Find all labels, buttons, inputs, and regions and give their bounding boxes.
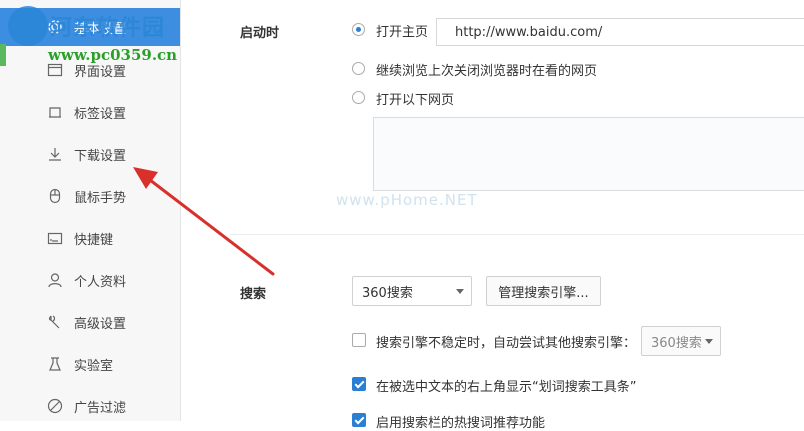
homepage-url-input[interactable] [436, 18, 804, 46]
sidebar-item-label: 界面设置 [74, 64, 127, 80]
sidebar-item-label: 鼠标手势 [74, 190, 127, 206]
sidebar-item-label: 基本设置 [74, 21, 127, 37]
sidebar-item-profile[interactable]: 个人资料 [0, 261, 180, 299]
hot-words-text: 启用搜索栏的热搜词推荐功能 [376, 416, 546, 431]
sidebar-item-label: 标签设置 [74, 106, 127, 122]
chevron-down-icon [456, 289, 464, 294]
gear-icon [46, 18, 64, 36]
sidebar-item-label: 快捷键 [74, 232, 114, 248]
download-icon [46, 145, 64, 163]
fallback-engine-select[interactable]: 360搜索 [641, 326, 721, 356]
mouse-icon [46, 187, 64, 205]
startup-option-homepage: 打开主页 [376, 25, 429, 40]
search-engine-select[interactable]: 360搜索 [352, 276, 472, 306]
sidebar-item-mouse-gesture[interactable]: 鼠标手势 [0, 177, 180, 215]
block-icon [46, 397, 64, 415]
sidebar-item-label: 实验室 [74, 358, 114, 374]
hot-words-checkbox[interactable] [352, 413, 366, 427]
startup-radio-homepage[interactable] [352, 23, 365, 36]
sidebar-item-tabs[interactable]: 标签设置 [0, 93, 180, 131]
selection-toolbar-checkbox[interactable] [352, 377, 366, 391]
startup-option-continue: 继续浏览上次关闭浏览器时在看的网页 [376, 64, 598, 79]
person-icon [46, 271, 64, 289]
flask-icon [46, 355, 64, 373]
sidebar-item-download[interactable]: 下载设置 [0, 135, 180, 173]
sidebar-item-interface[interactable]: 界面设置 [0, 51, 180, 89]
manage-search-engines-button[interactable]: 管理搜索引擎... [486, 276, 601, 306]
sidebar-item-basic[interactable]: 基本设置 [0, 8, 180, 46]
keyboard-icon [46, 229, 64, 247]
startup-option-pages: 打开以下网页 [376, 93, 455, 108]
sidebar-item-shortcuts[interactable]: 快捷键 [0, 219, 180, 257]
sidebar-item-adblock[interactable]: 广告过滤 [0, 387, 180, 425]
sidebar-item-lab[interactable]: 实验室 [0, 345, 180, 383]
sidebar-item-label: 高级设置 [74, 316, 127, 332]
sidebar-item-label: 广告过滤 [74, 400, 127, 416]
startup-label: 启动时 [240, 26, 280, 41]
sidebar-item-advanced[interactable]: 高级设置 [0, 303, 180, 341]
wrench-icon [46, 313, 64, 331]
startup-pages-list[interactable] [373, 117, 804, 191]
sidebar-item-label: 个人资料 [74, 274, 127, 290]
search-engine-value: 360搜索 [362, 285, 413, 301]
tab-icon [46, 103, 64, 121]
fallback-engine-value: 360搜索 [651, 335, 702, 351]
startup-radio-continue[interactable] [352, 62, 365, 75]
selection-toolbar-text: 在被选中文本的右上角显示“划词搜索工具条” [376, 380, 637, 395]
section-divider [230, 234, 804, 235]
chevron-down-icon [705, 339, 713, 344]
settings-sidebar: 基本设置 界面设置 标签设置 下载设置 鼠标手势 快捷键 个人资料 高级设置 实… [0, 0, 181, 421]
fallback-engine-text: 搜索引擎不稳定时，自动尝试其他搜索引擎： [376, 336, 637, 351]
search-label: 搜索 [240, 287, 267, 302]
sidebar-item-label: 下载设置 [74, 148, 127, 164]
fallback-engine-checkbox[interactable] [352, 333, 366, 347]
watermark-mid: www.pHome.NET [336, 191, 478, 209]
window-icon [46, 61, 64, 79]
startup-radio-pages[interactable] [352, 91, 365, 104]
